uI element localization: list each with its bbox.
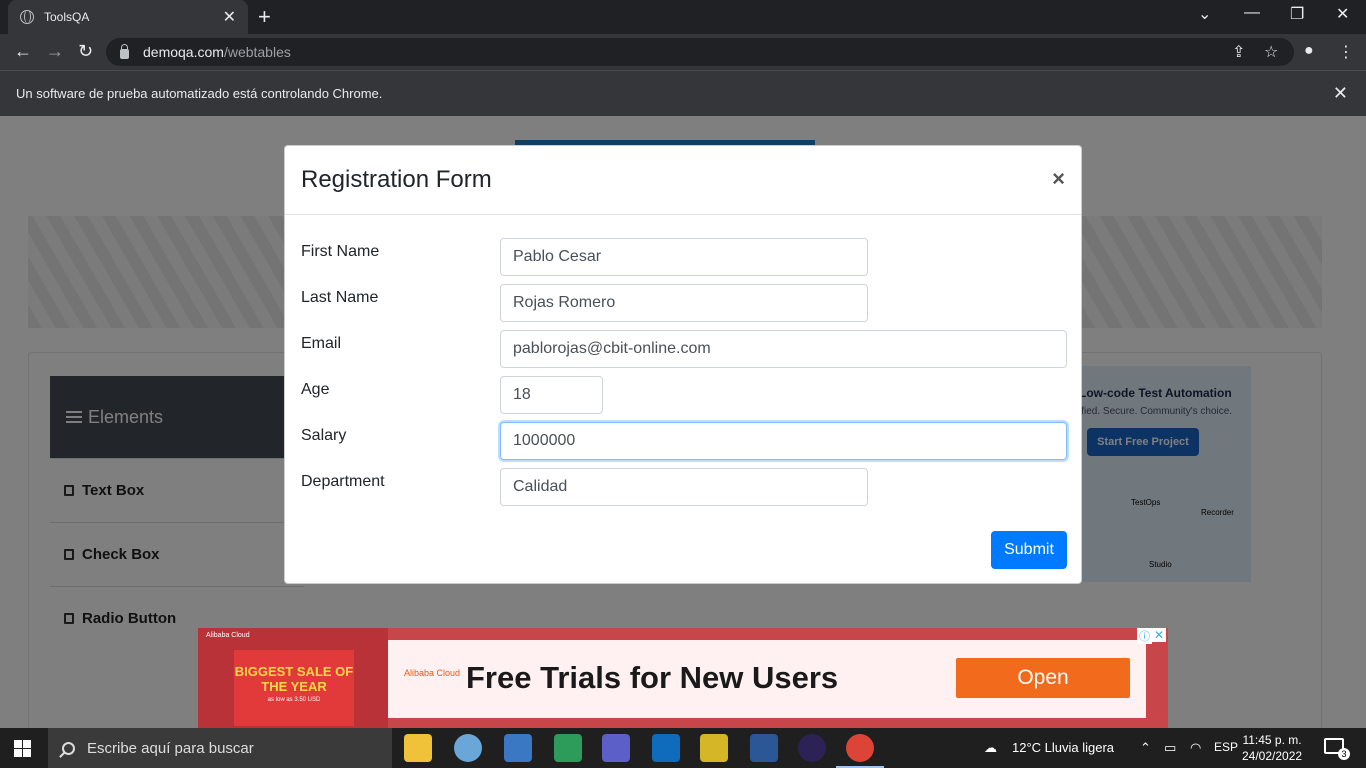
close-icon[interactable]: × [1052, 166, 1065, 192]
first-name-label: First Name [301, 243, 380, 260]
media-player-icon[interactable] [554, 734, 582, 762]
form-row-last-name: Last Name [301, 284, 1067, 322]
notification-count: 3 [1338, 748, 1350, 760]
infobar-close-icon[interactable]: ✕ [1333, 83, 1348, 104]
registration-modal: Registration Form × First Name Last Name… [284, 145, 1082, 584]
age-label: Age [301, 381, 330, 398]
lock-icon[interactable] [120, 44, 129, 59]
last-name-input[interactable] [500, 284, 868, 322]
clock-time: 11:45 p. m. [1242, 733, 1302, 747]
wifi-icon[interactable]: ◠ [1190, 740, 1201, 756]
globe-icon [20, 10, 34, 24]
automation-infobar: Un software de prueba automatizado está … [0, 70, 1366, 116]
ad-sale-image: Alibaba Cloud BIGGEST SALE OF THE YEAR a… [198, 628, 388, 728]
restore-icon[interactable]: ❐ [1290, 4, 1304, 24]
infobar-text: Un software de prueba automatizado está … [16, 86, 383, 101]
salary-label: Salary [301, 427, 347, 444]
department-label: Department [301, 473, 385, 490]
minimize-icon[interactable]: — [1244, 4, 1260, 22]
teams-icon[interactable] [602, 734, 630, 762]
eclipse-icon[interactable] [798, 734, 826, 762]
ad-sale-small: as low as 3.50 USD [267, 697, 321, 703]
window-close-icon[interactable]: ✕ [1336, 4, 1349, 24]
salary-input[interactable] [500, 422, 1067, 460]
form-row-email: Email [301, 330, 1067, 368]
tab-search-icon[interactable]: ⌄ [1198, 4, 1211, 24]
menu-kebab-icon[interactable]: ⋮ [1338, 42, 1354, 62]
tab-title: ToolsQA [44, 10, 90, 24]
weather-text[interactable]: 12°C Lluvia ligera [1012, 740, 1114, 755]
email-input[interactable] [500, 330, 1067, 368]
profile-icon[interactable]: ● [1304, 42, 1314, 60]
new-tab-button[interactable]: + [258, 4, 271, 30]
form-row-department: Department [301, 468, 1067, 506]
ad-headline: Free Trials for New Users [466, 660, 839, 695]
tab-close-icon[interactable]: ✕ [223, 7, 236, 27]
modal-title: Registration Form [301, 166, 492, 193]
form-row-salary: Salary [301, 422, 1067, 460]
battery-icon[interactable]: ▭ [1164, 740, 1176, 756]
taskbar-search[interactable]: Escribe aquí para buscar [48, 728, 392, 768]
ad-open-button[interactable]: Open [956, 658, 1130, 698]
clock-date: 24/02/2022 [1242, 749, 1303, 763]
file-explorer-icon[interactable] [404, 734, 432, 762]
department-input[interactable] [500, 468, 868, 506]
word-icon[interactable] [750, 734, 778, 762]
sticky-app-icon[interactable] [700, 734, 728, 762]
address-bar[interactable]: demoqa.com/webtables [106, 38, 1294, 66]
search-icon [62, 741, 75, 755]
ad-close-icon[interactable]: ✕ [1151, 628, 1166, 642]
windows-start-icon[interactable] [14, 740, 31, 757]
notifications-icon[interactable]: 3 [1324, 738, 1350, 760]
forward-icon[interactable]: → [46, 41, 64, 62]
outlook-icon[interactable] [652, 734, 680, 762]
modal-header: Registration Form [285, 146, 1081, 215]
tray-overflow-icon[interactable]: ⌃ [1140, 740, 1151, 756]
ad-brand-small: Alibaba Cloud [206, 632, 250, 639]
form-row-age: Age [301, 376, 1067, 414]
browser-tab[interactable]: ToolsQA ✕ [8, 0, 248, 34]
chrome-icon[interactable] [836, 734, 884, 768]
taskbar-search-placeholder: Escribe aquí para buscar [87, 739, 254, 757]
windows-taskbar: Escribe aquí para buscar ☁ 12°C Lluvia l… [0, 728, 1366, 768]
form-row-first-name: First Name [301, 238, 1067, 276]
tab-strip: ToolsQA ✕ + ⌄ — ❐ ✕ [0, 0, 1366, 34]
submit-button[interactable]: Submit [991, 531, 1067, 569]
snipping-tool-icon[interactable] [454, 734, 482, 762]
url-host: demoqa.com [143, 44, 224, 60]
weather-icon[interactable]: ☁ [984, 740, 997, 756]
share-icon[interactable]: ⇪ [1232, 42, 1245, 62]
url-path: /webtables [223, 44, 291, 60]
reload-icon[interactable]: ↻ [78, 41, 93, 62]
ad-content: Alibaba Cloud Free Trials for New Users … [388, 640, 1146, 718]
bookmark-star-icon[interactable]: ☆ [1264, 42, 1278, 62]
alibaba-cloud-logo: Alibaba Cloud [404, 668, 461, 678]
clock[interactable]: 11:45 p. m. 24/02/2022 [1242, 732, 1302, 764]
browser-toolbar: ← → ↻ demoqa.com/webtables ⇪ ☆ ● ⋮ [0, 34, 1366, 70]
bottom-advertisement[interactable]: Alibaba Cloud BIGGEST SALE OF THE YEAR a… [198, 628, 1168, 728]
last-name-label: Last Name [301, 289, 379, 306]
age-input[interactable] [500, 376, 603, 414]
back-icon[interactable]: ← [14, 41, 32, 62]
language-indicator[interactable]: ESP [1214, 740, 1238, 754]
ad-sale-text: BIGGEST SALE OF THE YEAR [234, 664, 354, 694]
ad-sale-badge: BIGGEST SALE OF THE YEAR as low as 3.50 … [234, 650, 354, 726]
ad-info-icon[interactable]: ⓘ [1137, 628, 1152, 644]
email-label: Email [301, 335, 342, 352]
first-name-input[interactable] [500, 238, 868, 276]
remote-desktop-icon[interactable] [504, 734, 532, 762]
